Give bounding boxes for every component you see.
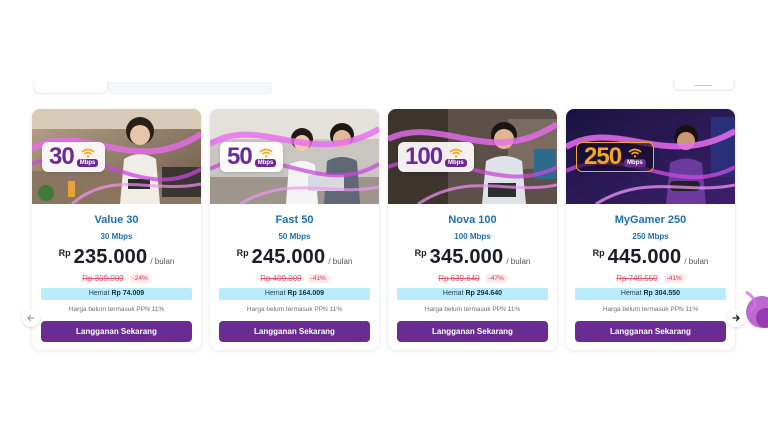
price-period: / bulan bbox=[328, 257, 353, 266]
speed-badge: 30 Mbps bbox=[42, 142, 106, 172]
price-row: Rp 445.000 / bulan bbox=[566, 245, 735, 269]
plan-name: Fast 50 bbox=[275, 214, 314, 226]
price-period: / bulan bbox=[684, 257, 709, 266]
arrow-right-icon bbox=[732, 314, 740, 322]
price-row: Rp 245.000 / bulan bbox=[210, 245, 379, 269]
savings-label: Hemat bbox=[264, 290, 286, 297]
price-value: 245.000 bbox=[251, 246, 326, 268]
savings-banner: Hemat Rp 304.550 bbox=[575, 288, 726, 300]
plan-card-nova-100: 100 Mbps Nova 100 100 Mbps Rp 345.000 / … bbox=[388, 109, 557, 350]
price-row: Rp 345.000 / bulan bbox=[388, 245, 557, 269]
plan-name: Nova 100 bbox=[448, 214, 497, 226]
plan-image: 50 Mbps bbox=[210, 109, 379, 204]
price-value: 345.000 bbox=[429, 246, 504, 268]
savings-label: Hemat bbox=[620, 290, 642, 297]
discount-badge: -47% bbox=[485, 274, 507, 283]
savings-banner: Hemat Rp 164.009 bbox=[219, 288, 370, 300]
pricing-section: 30 Mbps Value 30 30 Mbps Rp 235.000 / bu… bbox=[0, 0, 768, 432]
badge-unit: Mbps bbox=[254, 158, 277, 167]
price-period: / bulan bbox=[506, 257, 531, 266]
savings-value: Rp 164.009 bbox=[287, 290, 325, 297]
badge-unit: Mbps bbox=[76, 158, 99, 167]
savings-value: Rp 74.009 bbox=[111, 290, 145, 297]
savings-banner: Hemat Rp 294.640 bbox=[397, 288, 548, 300]
plan-speed: 50 Mbps bbox=[278, 232, 311, 241]
plan-card-fast-50: 50 Mbps Fast 50 50 Mbps Rp 245.000 / bul… bbox=[210, 109, 379, 350]
price-row: Rp 235.000 / bulan bbox=[32, 245, 201, 269]
price-currency: Rp bbox=[592, 248, 605, 258]
tax-note: Harga belum termasuk PPN 11% bbox=[424, 306, 521, 313]
decorative-swirl bbox=[745, 290, 768, 328]
badge-unit: Mbps bbox=[445, 158, 467, 167]
savings-value: Rp 304.550 bbox=[643, 290, 681, 297]
plan-speed: 250 Mbps bbox=[632, 232, 669, 241]
wifi-icon bbox=[449, 148, 463, 158]
discount-badge: -41% bbox=[307, 274, 329, 283]
plan-name: MyGamer 250 bbox=[614, 214, 687, 226]
tax-note: Harga belum termasuk PPN 11% bbox=[68, 306, 165, 313]
badge-number: 30 bbox=[49, 143, 75, 170]
savings-label: Hemat bbox=[442, 290, 464, 297]
discount-badge: -24% bbox=[129, 274, 151, 283]
badge-unit: Mbps bbox=[624, 158, 646, 167]
old-price: Rp 639.640 bbox=[438, 274, 480, 283]
category-tab[interactable] bbox=[33, 82, 108, 94]
plan-speed: 30 Mbps bbox=[100, 232, 133, 241]
tax-note: Harga belum termasuk PPN 11% bbox=[602, 306, 699, 313]
wifi-icon bbox=[81, 148, 95, 158]
price-value: 235.000 bbox=[73, 246, 148, 268]
price-value: 445.000 bbox=[607, 246, 682, 268]
subscribe-button[interactable]: Langganan Sekarang bbox=[219, 321, 370, 342]
price-period: / bulan bbox=[150, 257, 175, 266]
price-currency: Rp bbox=[414, 248, 427, 258]
plan-image: 250 Mbps bbox=[566, 109, 735, 204]
subscribe-button[interactable]: Langganan Sekarang bbox=[397, 321, 548, 342]
badge-number: 250 bbox=[584, 143, 622, 170]
subscribe-button[interactable]: Langganan Sekarang bbox=[41, 321, 192, 342]
savings-banner: Hemat Rp 74.009 bbox=[41, 288, 192, 300]
arrow-left-icon bbox=[27, 314, 35, 322]
view-toggle[interactable] bbox=[673, 82, 735, 91]
carousel-prev-button[interactable] bbox=[22, 309, 40, 327]
plan-name: Value 30 bbox=[94, 214, 139, 226]
old-price: Rp 309.009 bbox=[82, 274, 124, 283]
plan-card-value-30: 30 Mbps Value 30 30 Mbps Rp 235.000 / bu… bbox=[32, 109, 201, 350]
price-currency: Rp bbox=[236, 248, 249, 258]
plan-card-mygamer-250: 250 Mbps MyGamer 250 250 Mbps Rp 445.000… bbox=[566, 109, 735, 350]
plan-image: 100 Mbps bbox=[388, 109, 557, 204]
plan-speed: 100 Mbps bbox=[454, 232, 491, 241]
subscribe-button[interactable]: Langganan Sekarang bbox=[575, 321, 726, 342]
tab-strip bbox=[108, 82, 272, 95]
speed-badge: 100 Mbps bbox=[398, 142, 474, 172]
speed-badge: 250 Mbps bbox=[576, 142, 654, 172]
old-price: Rp 409.009 bbox=[260, 274, 302, 283]
discount-badge: -41% bbox=[663, 274, 685, 283]
wifi-icon bbox=[628, 148, 642, 158]
price-currency: Rp bbox=[58, 248, 71, 258]
badge-number: 100 bbox=[405, 143, 443, 170]
badge-number: 50 bbox=[227, 143, 253, 170]
savings-label: Hemat bbox=[88, 290, 110, 297]
speed-badge: 50 Mbps bbox=[220, 142, 284, 172]
old-price: Rp 749.550 bbox=[616, 274, 658, 283]
savings-value: Rp 294.640 bbox=[465, 290, 503, 297]
wifi-icon bbox=[259, 148, 273, 158]
plan-image: 30 Mbps bbox=[32, 109, 201, 204]
tax-note: Harga belum termasuk PPN 11% bbox=[246, 306, 343, 313]
